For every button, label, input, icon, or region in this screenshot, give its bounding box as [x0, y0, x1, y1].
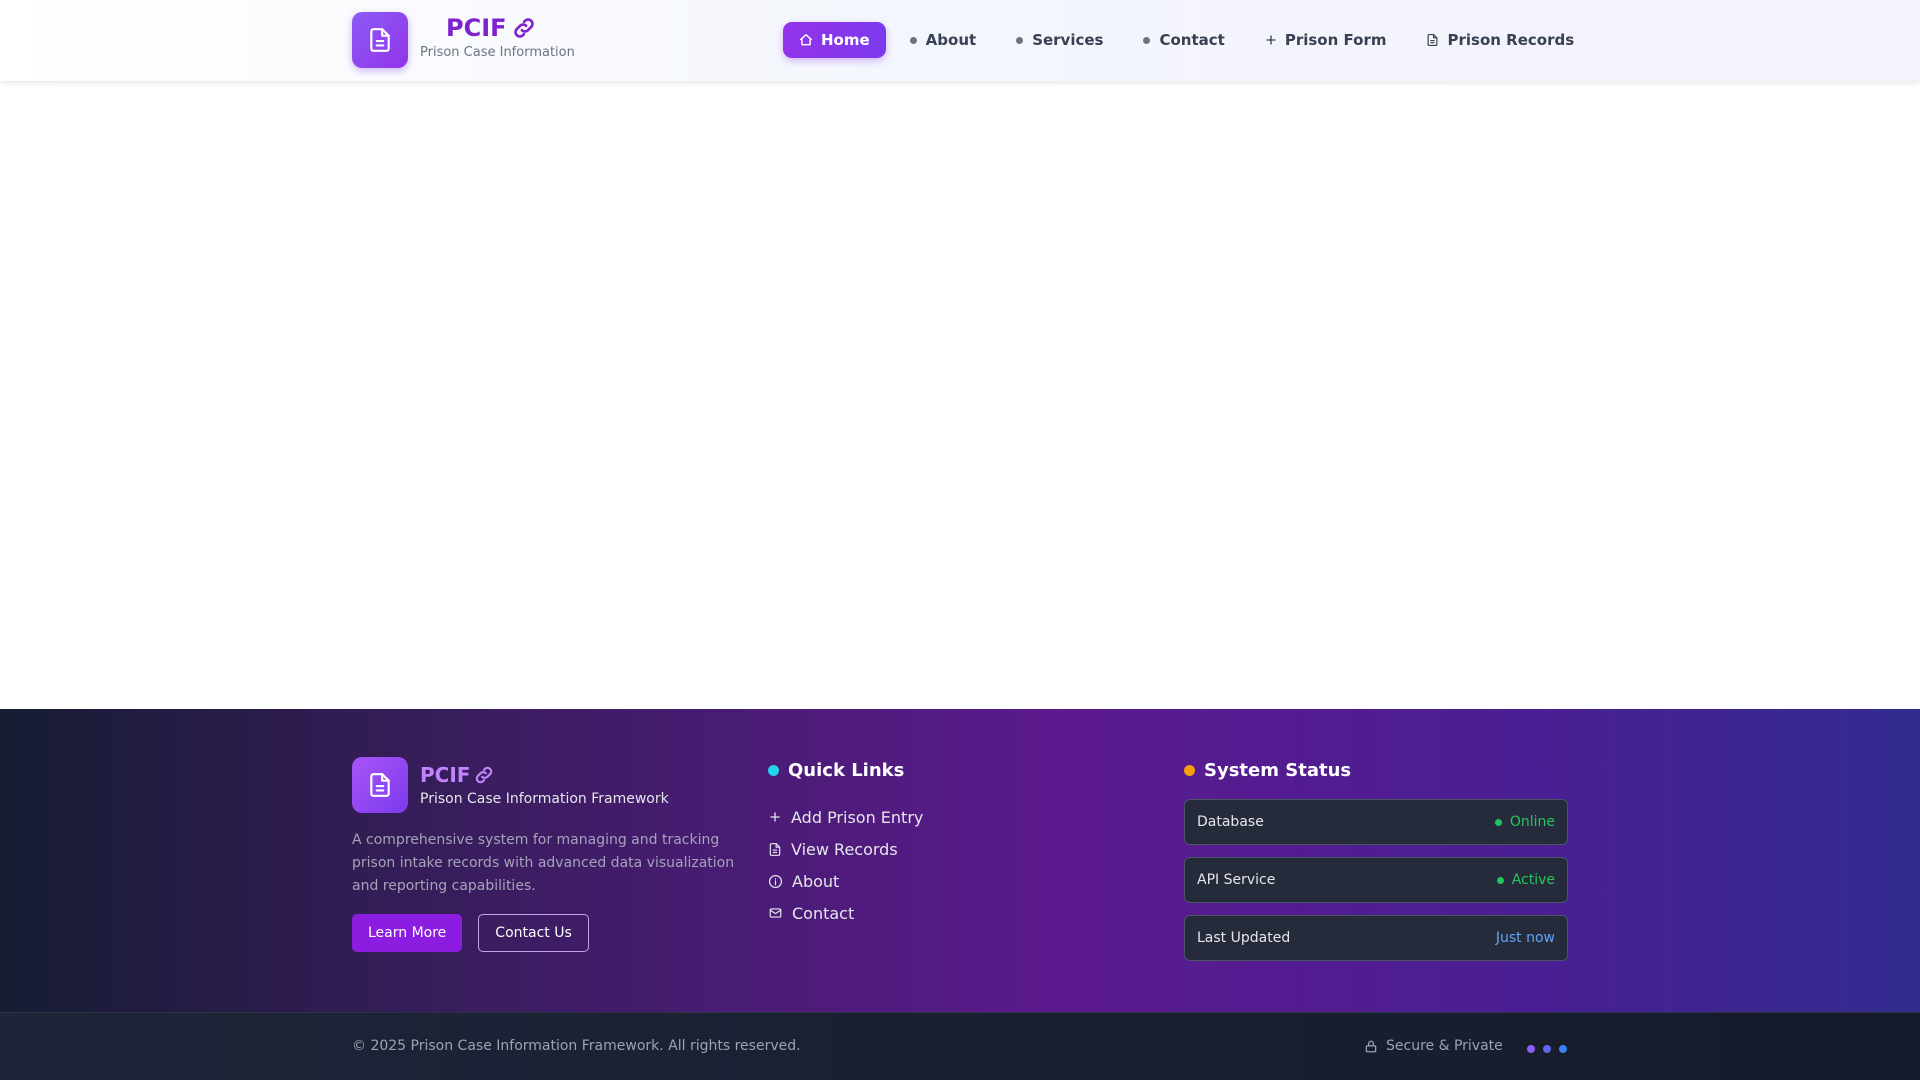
status-row-last-updated: Last Updated Just now	[1184, 915, 1568, 961]
dot-icon	[1143, 36, 1151, 44]
cyan-dot-icon	[768, 764, 779, 776]
orange-dot-icon	[1184, 764, 1195, 776]
footer-brand-subtitle: Prison Case Information Framework	[420, 791, 669, 807]
nav-contact-label: Contact	[1159, 31, 1225, 49]
status-value: Online	[1509, 814, 1555, 830]
status-label: Last Updated	[1197, 930, 1291, 946]
brand-subtitle: Prison Case Information	[420, 45, 575, 60]
secure-badge: Secure & Private	[1364, 1038, 1503, 1054]
nav-home[interactable]: Home	[783, 22, 886, 58]
link-label: Add Prison Entry	[791, 807, 924, 827]
logo-badge[interactable]	[352, 12, 408, 68]
plus-icon	[770, 812, 780, 822]
status-label: Database	[1197, 814, 1264, 830]
status-dot-icon	[1494, 818, 1502, 826]
document-icon	[1428, 33, 1438, 47]
nav-prison-form-label: Prison Form	[1284, 31, 1387, 49]
link-add-prison-entry[interactable]: Add Prison Entry	[768, 801, 923, 833]
link-label: About	[792, 871, 840, 891]
indigo-dot-icon	[1543, 1045, 1551, 1053]
quick-links-column: Quick Links Add Prison Entry View Record…	[768, 759, 923, 929]
document-icon	[769, 842, 781, 856]
brand-title: PCIF	[446, 14, 507, 42]
document-icon	[370, 28, 390, 52]
link-contact[interactable]: Contact	[768, 897, 923, 929]
status-value: Just now	[1495, 930, 1555, 946]
learn-more-button[interactable]: Learn More	[352, 914, 463, 952]
footer-logo-badge	[352, 757, 408, 813]
link-label: View Records	[791, 839, 898, 859]
info-icon	[768, 874, 783, 888]
nav-prison-records[interactable]: Prison Records	[1410, 22, 1590, 58]
status-row-api: API Service Active	[1184, 857, 1568, 903]
nav-services[interactable]: Services	[1000, 22, 1119, 58]
nav-home-label: Home	[821, 31, 870, 49]
quick-links-heading: Quick Links	[788, 759, 905, 781]
dot-icon	[1016, 36, 1024, 44]
link-icon	[513, 18, 534, 38]
footer-bottom-bar: © 2025 Prison Case Information Framework…	[0, 1012, 1920, 1080]
link-about[interactable]: About	[768, 865, 923, 897]
link-label: Contact	[792, 903, 855, 923]
nav-services-label: Services	[1032, 31, 1104, 49]
status-row-database: Database Online	[1184, 799, 1568, 845]
home-icon	[800, 34, 812, 46]
footer-description: A comprehensive system for managing and …	[352, 832, 735, 894]
dot-icon	[909, 36, 917, 44]
link-icon	[476, 766, 493, 784]
copyright-text: © 2025 Prison Case Information Framework…	[352, 1038, 801, 1054]
contact-us-button[interactable]: Contact Us	[478, 914, 589, 952]
mail-icon	[769, 908, 782, 918]
status-value: Active	[1511, 872, 1555, 888]
nav-prison-records-label: Prison Records	[1447, 31, 1575, 49]
document-icon	[370, 773, 390, 797]
footer-brand-title: PCIF	[420, 763, 471, 787]
system-status-heading: System Status	[1204, 759, 1352, 781]
secure-label: Secure & Private	[1386, 1038, 1503, 1054]
brand[interactable]: PCIF Prison Case Information	[420, 14, 575, 60]
blue-dot-icon	[1559, 1045, 1567, 1053]
status-label: API Service	[1197, 872, 1276, 888]
nav-about-label: About	[925, 31, 977, 49]
lock-icon	[1365, 1040, 1377, 1052]
nav-prison-form[interactable]: Prison Form	[1249, 22, 1403, 58]
system-status-column: System Status Database Online API Servic…	[1184, 759, 1568, 973]
footer-brand-column: PCIF Prison Case Information Framework A…	[352, 757, 742, 952]
purple-dot-icon	[1527, 1045, 1535, 1053]
top-navbar: PCIF Prison Case Information Home About …	[0, 0, 1920, 81]
decorative-dots	[1527, 1045, 1567, 1053]
nav-contact[interactable]: Contact	[1127, 22, 1240, 58]
nav-about[interactable]: About	[894, 22, 993, 58]
status-dot-icon	[1496, 876, 1504, 884]
site-footer: PCIF Prison Case Information Framework A…	[0, 709, 1920, 1012]
main-nav: Home About Services Contact Prison Form …	[783, 22, 1590, 58]
plus-icon	[1266, 35, 1276, 45]
link-view-records[interactable]: View Records	[768, 833, 923, 865]
